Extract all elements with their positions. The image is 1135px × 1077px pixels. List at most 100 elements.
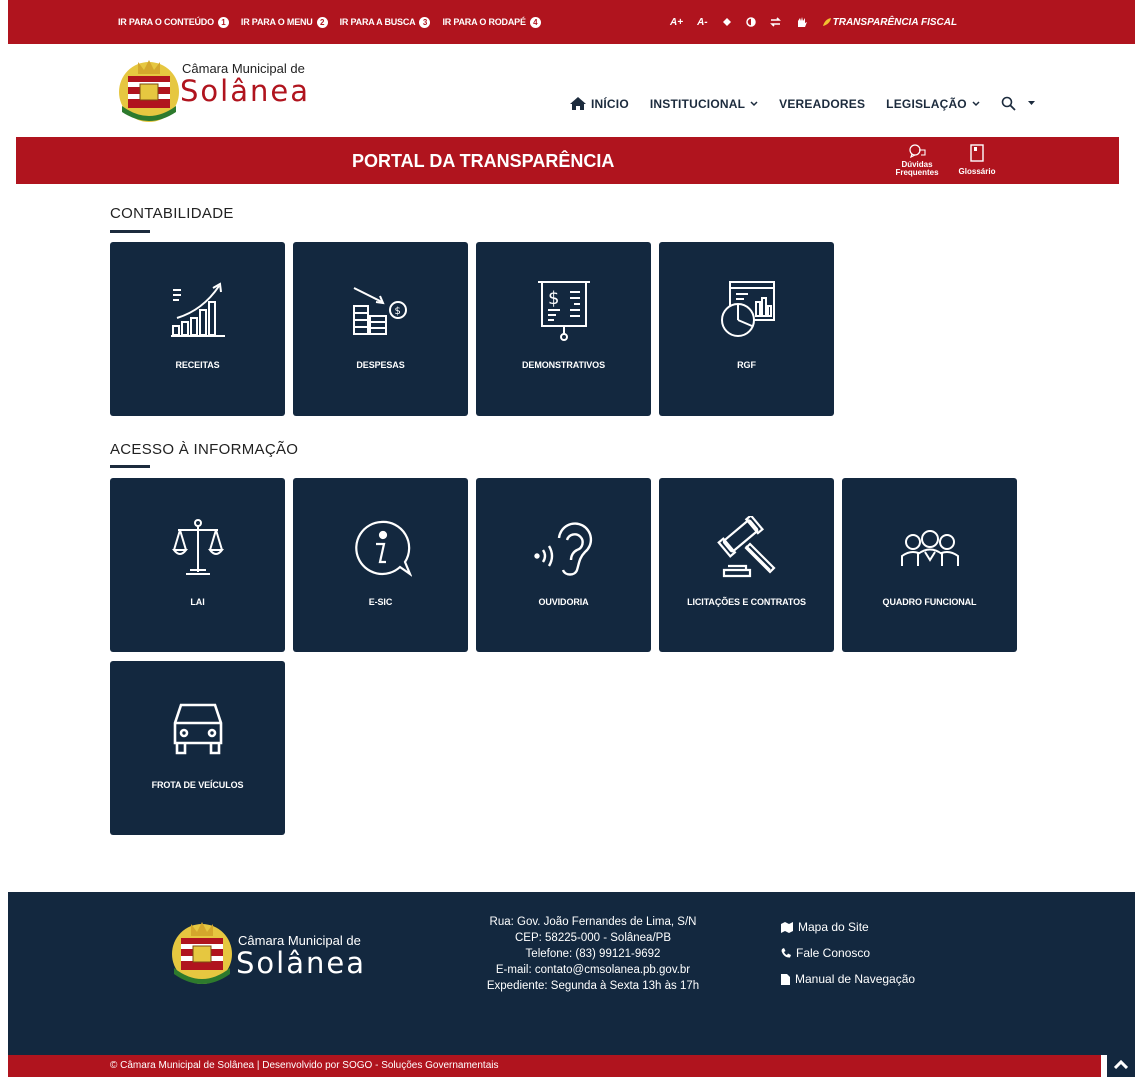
leaf-icon bbox=[822, 18, 831, 26]
card-label: OUVIDORIA bbox=[538, 597, 589, 607]
card-receitas[interactable]: RECEITAS bbox=[110, 242, 285, 416]
expenses-icon: $ bbox=[352, 287, 407, 335]
skip-link-number: 4 bbox=[529, 16, 541, 28]
glossary-label: Glossário bbox=[958, 167, 996, 176]
coat-of-arms-icon bbox=[119, 60, 179, 122]
contrast-icon[interactable] bbox=[745, 17, 756, 27]
skip-link-label: IR PARA O MENU bbox=[240, 17, 313, 27]
staff-group-icon bbox=[900, 530, 959, 566]
site-header: Câmara Municipal de Solânea INÍCIO INSTI… bbox=[0, 44, 1135, 137]
back-to-top-button[interactable] bbox=[1107, 1052, 1135, 1077]
footer-logo[interactable]: Câmara Municipal de Solânea bbox=[166, 908, 376, 992]
search-icon bbox=[1001, 96, 1016, 111]
card-lai[interactable]: LAI bbox=[110, 478, 285, 652]
chevron-down-icon bbox=[750, 100, 758, 106]
gavel-icon bbox=[716, 516, 776, 578]
fiscal-transparency-label: TRANSPARÊNCIA FISCAL bbox=[832, 16, 958, 28]
address-phone: Telefone: (83) 99121-9692 bbox=[525, 948, 661, 960]
nav-label: LEGISLAÇÃO bbox=[886, 96, 967, 111]
contact-label: Fale Conosco bbox=[796, 946, 871, 960]
section-underline bbox=[110, 465, 150, 468]
card-frota-veiculos[interactable]: FROTA DE VEÍCULOS bbox=[110, 661, 285, 835]
coat-of-arms-icon bbox=[172, 922, 232, 984]
font-increase-button[interactable]: A+ bbox=[670, 17, 683, 28]
accessibility-tools: A+ A- TRANSPARÊNCIA FISCAL bbox=[670, 0, 957, 44]
skip-to-menu-link[interactable]: IR PARA O MENU 2 bbox=[240, 16, 328, 28]
reset-font-icon[interactable] bbox=[722, 17, 732, 27]
footer-links: Mapa do Site Fale Conosco Manual de Nave… bbox=[781, 914, 915, 992]
copyright-text: © Câmara Municipal de Solânea | Desenvol… bbox=[110, 1060, 499, 1071]
phone-icon bbox=[781, 948, 791, 958]
logo-title: Solânea bbox=[180, 74, 310, 108]
site-logo[interactable]: Câmara Municipal de Solânea bbox=[116, 56, 316, 128]
chevron-up-icon bbox=[1114, 1060, 1128, 1069]
address-hours: Expediente: Segunda à Sexta 13h às 17h bbox=[486, 980, 700, 992]
search-button[interactable] bbox=[1001, 96, 1035, 111]
site-footer: Câmara Municipal de Solânea Rua: Gov. Jo… bbox=[8, 892, 1135, 1055]
main-nav: INÍCIO INSTITUCIONAL VEREADORES LEGISLAÇ… bbox=[570, 96, 1035, 111]
section-title-contabilidade: CONTABILIDADE bbox=[110, 205, 234, 222]
glossary-button[interactable]: Glossário bbox=[954, 144, 1000, 176]
card-label: QUADRO FUNCIONAL bbox=[882, 597, 977, 607]
card-quadro-funcional[interactable]: QUADRO FUNCIONAL bbox=[842, 478, 1017, 652]
card-label: RGF bbox=[737, 360, 756, 370]
skip-link-label: IR PARA O CONTEÚDO bbox=[118, 17, 214, 27]
nav-label: VEREADORES bbox=[779, 96, 866, 111]
nav-inicio[interactable]: INÍCIO bbox=[570, 97, 629, 111]
card-esic[interactable]: E-SIC bbox=[293, 478, 468, 652]
accessibility-bar: IR PARA O CONTEÚDO 1 IR PARA O MENU 2 IR P… bbox=[8, 0, 1135, 44]
card-licitacoes[interactable]: LICITAÇÕES E CONTRATOS bbox=[659, 478, 834, 652]
svg-text:$: $ bbox=[548, 288, 559, 309]
sign-language-icon[interactable] bbox=[795, 15, 809, 29]
card-despesas[interactable]: $ DESPESAS bbox=[293, 242, 468, 416]
sitemap-label: Mapa do Site bbox=[798, 920, 869, 934]
scales-of-justice-icon bbox=[171, 519, 224, 575]
caret-down-icon[interactable] bbox=[1027, 101, 1035, 106]
transparency-banner: PORTAL DA TRANSPARÊNCIA Dúvidas Frequent… bbox=[16, 137, 1119, 184]
nav-vereadores[interactable]: VEREADORES bbox=[779, 97, 865, 111]
sitemap-link[interactable]: Mapa do Site bbox=[781, 914, 915, 940]
info-chat-icon bbox=[354, 520, 412, 577]
page-title: PORTAL DA TRANSPARÊNCIA bbox=[352, 151, 615, 171]
map-icon bbox=[781, 921, 793, 933]
card-ouvidoria[interactable]: OUVIDORIA bbox=[476, 478, 651, 652]
nav-institucional[interactable]: INSTITUCIONAL bbox=[650, 97, 758, 111]
section-underline bbox=[110, 230, 150, 233]
footer-logo-title: Solânea bbox=[236, 946, 366, 980]
home-icon bbox=[570, 97, 586, 110]
report-pie-chart-icon bbox=[720, 281, 775, 337]
skip-to-content-link[interactable]: IR PARA O CONTEÚDO 1 bbox=[118, 16, 229, 28]
car-icon bbox=[173, 703, 222, 755]
skip-to-footer-link[interactable]: IR PARA O RODAPÉ 4 bbox=[442, 16, 541, 28]
card-label: DEMONSTRATIVOS bbox=[522, 360, 605, 370]
skip-to-search-link[interactable]: IR PARA A BUSCA 3 bbox=[339, 16, 431, 28]
swap-icon[interactable] bbox=[769, 17, 781, 27]
fiscal-transparency-link[interactable]: TRANSPARÊNCIA FISCAL bbox=[822, 16, 958, 28]
card-label: LAI bbox=[190, 597, 205, 607]
nav-legislacao[interactable]: LEGISLAÇÃO bbox=[886, 97, 980, 111]
address-email: E-mail: contato@cmsolanea.pb.gov.br bbox=[495, 964, 691, 976]
copyright-bar: © Câmara Municipal de Solânea | Desenvol… bbox=[8, 1055, 1101, 1077]
card-rgf[interactable]: RGF bbox=[659, 242, 834, 416]
contact-link[interactable]: Fale Conosco bbox=[781, 940, 915, 966]
skip-link-label: IR PARA O RODAPÉ bbox=[442, 17, 526, 27]
nav-label: INÍCIO bbox=[591, 96, 629, 111]
card-demonstrativos[interactable]: $ DEMONSTRATIVOS bbox=[476, 242, 651, 416]
section-title-acesso: ACESSO À INFORMAÇÃO bbox=[110, 441, 299, 458]
chevron-down-icon bbox=[972, 100, 980, 106]
skip-link-label: IR PARA A BUSCA bbox=[339, 17, 416, 27]
card-label: LICITAÇÕES E CONTRATOS bbox=[687, 597, 806, 607]
svg-text:$: $ bbox=[394, 306, 400, 317]
faq-button[interactable]: Dúvidas Frequentes bbox=[893, 143, 941, 177]
address-cep: CEP: 58225-000 - Solânea/PB bbox=[515, 932, 671, 944]
nav-label: INSTITUCIONAL bbox=[649, 96, 746, 111]
card-label: DESPESAS bbox=[356, 360, 405, 370]
manual-label: Manual de Navegação bbox=[795, 972, 916, 986]
font-decrease-button[interactable]: A- bbox=[697, 17, 708, 28]
manual-link[interactable]: Manual de Navegação bbox=[781, 966, 915, 992]
card-label: FROTA DE VEÍCULOS bbox=[151, 780, 244, 790]
skip-link-number: 1 bbox=[217, 16, 229, 28]
footer-address: Rua: Gov. João Fernandes de Lima, S/N CE… bbox=[448, 914, 738, 994]
faq-label-line2: Frequentes bbox=[895, 168, 939, 177]
skip-link-number: 3 bbox=[419, 16, 431, 28]
